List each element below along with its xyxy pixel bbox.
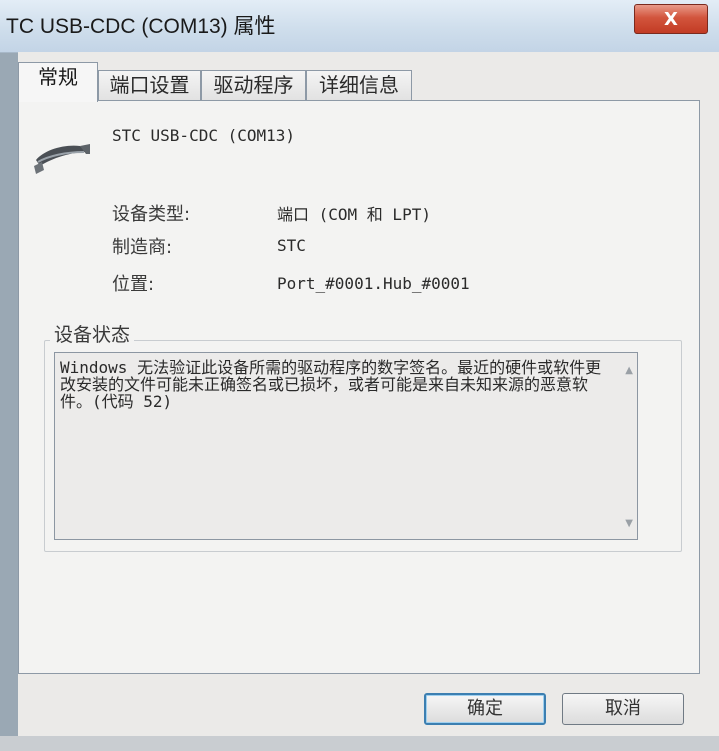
location-label: 位置: xyxy=(112,274,155,295)
tab-details[interactable]: 详细信息 xyxy=(306,70,412,100)
close-icon: X xyxy=(664,9,678,30)
cancel-button[interactable]: 取消 xyxy=(562,693,684,725)
manufacturer-value: STC xyxy=(277,236,306,255)
tab-driver[interactable]: 驱动程序 xyxy=(201,70,306,100)
device-name: STC USB-CDC (COM13) xyxy=(112,126,296,145)
device-status-label: 设备状态 xyxy=(50,320,135,347)
desktop-edge xyxy=(0,0,18,751)
ok-button[interactable]: 确定 xyxy=(424,693,546,725)
location-value: Port_#0001.Hub_#0001 xyxy=(277,274,470,293)
tab-port-settings[interactable]: 端口设置 xyxy=(98,70,201,100)
close-button[interactable]: X xyxy=(634,4,708,34)
device-type-label: 设备类型: xyxy=(112,204,191,225)
taskbar-edge xyxy=(0,736,719,751)
properties-dialog: TC USB-CDC (COM13) 属性 X 常规 端口设置 驱动程序 详细信… xyxy=(0,0,719,751)
device-status-text: Windows 无法验证此设备所需的驱动程序的数字签名。最近的硬件或软件更改安装… xyxy=(60,358,602,411)
device-status-textbox[interactable]: Windows 无法验证此设备所需的驱动程序的数字签名。最近的硬件或软件更改安装… xyxy=(54,352,638,540)
tab-general[interactable]: 常规 xyxy=(18,62,98,102)
scroll-up-arrow-icon[interactable]: ▲ xyxy=(625,365,633,376)
window-title: TC USB-CDC (COM13) 属性 xyxy=(6,15,276,38)
device-type-value: 端口 (COM 和 LPT) xyxy=(277,205,431,224)
scroll-down-arrow-icon[interactable]: ▼ xyxy=(625,518,633,529)
manufacturer-label: 制造商: xyxy=(112,237,173,258)
title-bar[interactable]: TC USB-CDC (COM13) 属性 X xyxy=(0,0,719,53)
usb-cable-icon xyxy=(34,144,90,174)
